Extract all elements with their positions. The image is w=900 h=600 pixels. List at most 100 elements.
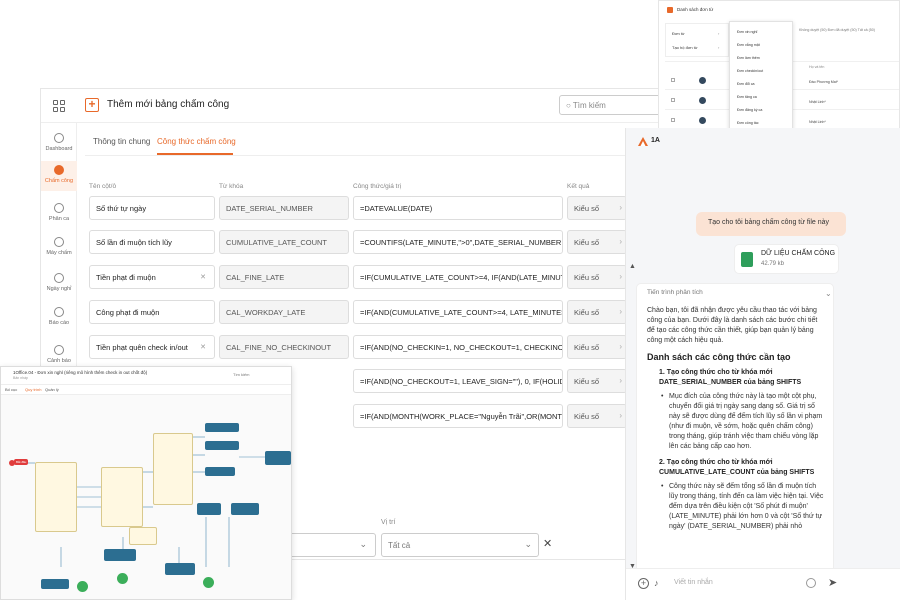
- sidebar-item-alert[interactable]: Cảnh báo: [41, 345, 77, 364]
- row-formula-field[interactable]: =DATEVALUE(DATE): [353, 196, 563, 220]
- row-formula-field[interactable]: =IF(CUMULATIVE_LATE_COUNT>=4, IF(AND(LAT…: [353, 265, 563, 289]
- attach-icon[interactable]: +: [638, 578, 649, 589]
- row-result-select[interactable]: Kiểu số ›: [567, 300, 627, 324]
- row-result-select[interactable]: Kiểu số ›: [567, 265, 627, 289]
- row-name-field[interactable]: Tiền phạt đi muộn ✕: [89, 265, 215, 289]
- list-title: Danh sách đơn từ: [677, 7, 714, 12]
- menu-item-create-on-behalf[interactable]: Tạo hộ đơn từ: [672, 45, 698, 50]
- workflow-action-node[interactable]: [41, 579, 69, 589]
- chevron-down-icon: ⌄: [359, 539, 367, 549]
- sidebar-item-shift[interactable]: Phân ca: [41, 203, 77, 222]
- row-formula-field[interactable]: =IF(AND(MONTH(WORK_PLACE="Nguyễn Trãi",O…: [353, 404, 563, 428]
- analysis-progress-toggle[interactable]: Tiến trình phân tích: [647, 289, 703, 296]
- submenu-item[interactable]: Đơn công tác: [737, 121, 759, 125]
- row-result-select[interactable]: Kiểu số ›: [567, 404, 627, 428]
- dashboard-icon: [54, 133, 64, 143]
- end-node-icon[interactable]: [203, 577, 214, 588]
- menu-item-requests[interactable]: Đơn từ: [672, 31, 685, 36]
- row-result-select[interactable]: Kiểu số ›: [567, 369, 627, 393]
- clear-icon[interactable]: ✕: [200, 343, 206, 351]
- workflow-action-node[interactable]: [205, 467, 235, 476]
- row-keyword-field: CUMULATIVE_LATE_COUNT: [219, 230, 349, 254]
- row-keyword-field: DATE_SERIAL_NUMBER: [219, 196, 349, 220]
- close-icon[interactable]: ✕: [543, 537, 552, 550]
- row-result-select[interactable]: Kiểu số ›: [567, 335, 627, 359]
- brand-logo-icon: [638, 137, 648, 146]
- workflow-action-node[interactable]: [197, 503, 221, 515]
- avatar: [699, 97, 706, 104]
- secondary-select[interactable]: ⌄: [290, 533, 376, 557]
- workflow-action-node[interactable]: [165, 563, 195, 575]
- submenu-item[interactable]: Đơn vắng mặt: [737, 43, 760, 47]
- workflow-action-node[interactable]: [205, 423, 239, 432]
- sidebar-item-holiday[interactable]: Ngày nghỉ: [41, 273, 77, 292]
- apps-grid-icon[interactable]: [53, 100, 65, 112]
- workflow-editor-window: 1Office.04 - Đơn xin nghỉ (riêng mô hình…: [0, 366, 292, 600]
- row-checkbox[interactable]: [671, 78, 675, 82]
- file-size: 42.79 kb: [761, 261, 785, 267]
- row-name-field[interactable]: Số lần đi muộn tích lũy: [89, 230, 215, 254]
- step-description: Công thức này sẽ đếm tổng số lần đi muộn…: [661, 482, 825, 532]
- message-composer: + ♪ Viết tin nhắn ➤: [626, 568, 900, 600]
- column-header-keyword: Từ khóa: [219, 183, 244, 190]
- assistant-message: Tiến trình phân tích ⌄ Chào bạn, tôi đã …: [636, 283, 834, 600]
- row-name-field[interactable]: Tiền phạt quên check in/out ✕: [89, 335, 215, 359]
- machine-icon: [54, 237, 64, 247]
- workflow-action-node[interactable]: [231, 503, 259, 515]
- sidebar-item-timesheet[interactable]: Chấm công: [41, 161, 77, 191]
- submenu-item[interactable]: Đơn làm thêm: [737, 56, 760, 60]
- row-formula-field[interactable]: =IF(AND(NO_CHECKIN=1, NO_CHECKOUT=1, CHE…: [353, 335, 563, 359]
- row-result-select[interactable]: Kiểu số ›: [567, 230, 627, 254]
- row-checkbox[interactable]: [671, 118, 675, 122]
- submenu-item[interactable]: Đơn checkin/out: [737, 69, 763, 73]
- workflow-step-node[interactable]: [101, 467, 143, 527]
- page-title: Thêm mới bảng chấm công: [107, 99, 230, 110]
- end-node-icon[interactable]: [77, 581, 88, 592]
- report-icon: [54, 307, 64, 317]
- step-title: 1. Tạo công thức cho từ khóa mới DATE_SE…: [659, 369, 802, 386]
- intro-text: Chào bạn, tôi đã nhận được yêu cầu thao …: [647, 307, 818, 344]
- column-header-formula: Công thức/giá trị: [353, 183, 402, 190]
- workflow-action-node[interactable]: [104, 549, 136, 561]
- submenu-item[interactable]: Đơn tăng ca: [737, 95, 757, 99]
- avatar: [699, 117, 706, 124]
- tab-formula[interactable]: Công thức chấm công: [157, 137, 236, 146]
- row-checkbox[interactable]: [671, 98, 675, 102]
- clear-icon[interactable]: ✕: [200, 273, 206, 281]
- submenu-item[interactable]: Đơn đăng ký ca: [737, 108, 762, 112]
- submenu-item[interactable]: Đơn đổi ca: [737, 82, 755, 86]
- row-formula-field[interactable]: =COUNTIFS(LATE_MINUTE,">0",DATE_SERIAL_N…: [353, 230, 563, 254]
- avatar: [699, 77, 706, 84]
- end-node-icon[interactable]: [117, 573, 128, 584]
- workflow-step-node[interactable]: [153, 433, 193, 505]
- brand-name: 1A: [651, 137, 660, 144]
- chevron-down-icon[interactable]: ⌄: [825, 289, 832, 298]
- step-description: Mục đích của công thức này là tạo một cộ…: [661, 392, 825, 452]
- sidebar-item-report[interactable]: Báo cáo: [41, 307, 77, 326]
- row-result-select[interactable]: Kiểu số ›: [567, 196, 627, 220]
- request-type-submenu: Đơn xin nghỉ Đơn vắng mặt Đơn làm thêm Đ…: [729, 21, 793, 145]
- sidebar-item-dashboard[interactable]: Dashboard: [41, 133, 77, 152]
- row-keyword-field: CAL_FINE_LATE: [219, 265, 349, 289]
- workflow-step-node[interactable]: [129, 527, 157, 545]
- position-filter-select[interactable]: Tất cả ⌄: [381, 533, 539, 557]
- row-formula-field[interactable]: =IF(AND(CUMULATIVE_LATE_COUNT>=4, LATE_M…: [353, 300, 563, 324]
- emoji-icon[interactable]: [806, 578, 816, 588]
- workflow-step-node[interactable]: [35, 462, 77, 532]
- row-name: Đào Phương Mai*: [809, 80, 838, 84]
- calendar-icon: [54, 273, 64, 283]
- message-input[interactable]: Viết tin nhắn: [674, 579, 713, 586]
- sidebar-item-machine[interactable]: Máy chấm: [41, 237, 77, 256]
- microphone-icon[interactable]: ♪: [654, 578, 659, 588]
- attached-file[interactable]: DỮ LIỆU CHẤM CÔNG 42.79 kb: [734, 244, 839, 274]
- submenu-item[interactable]: Đơn xin nghỉ: [737, 30, 757, 34]
- row-name-field[interactable]: Công phạt đi muộn: [89, 300, 215, 324]
- scroll-up-icon[interactable]: ▲: [629, 263, 636, 270]
- workflow-action-node[interactable]: [265, 451, 291, 465]
- workflow-action-node[interactable]: [205, 441, 239, 450]
- send-icon[interactable]: ➤: [828, 576, 837, 589]
- list-status-tabs[interactable]: Không duyệt (50) Đơn đã duyệt (50) Tất c…: [799, 28, 875, 32]
- row-name-field[interactable]: Số thứ tự ngày: [89, 196, 215, 220]
- tab-general[interactable]: Thông tin chung: [93, 137, 150, 146]
- row-formula-field[interactable]: =IF(AND(NO_CHECKOUT=1, LEAVE_SIGN=""), 0…: [353, 369, 563, 393]
